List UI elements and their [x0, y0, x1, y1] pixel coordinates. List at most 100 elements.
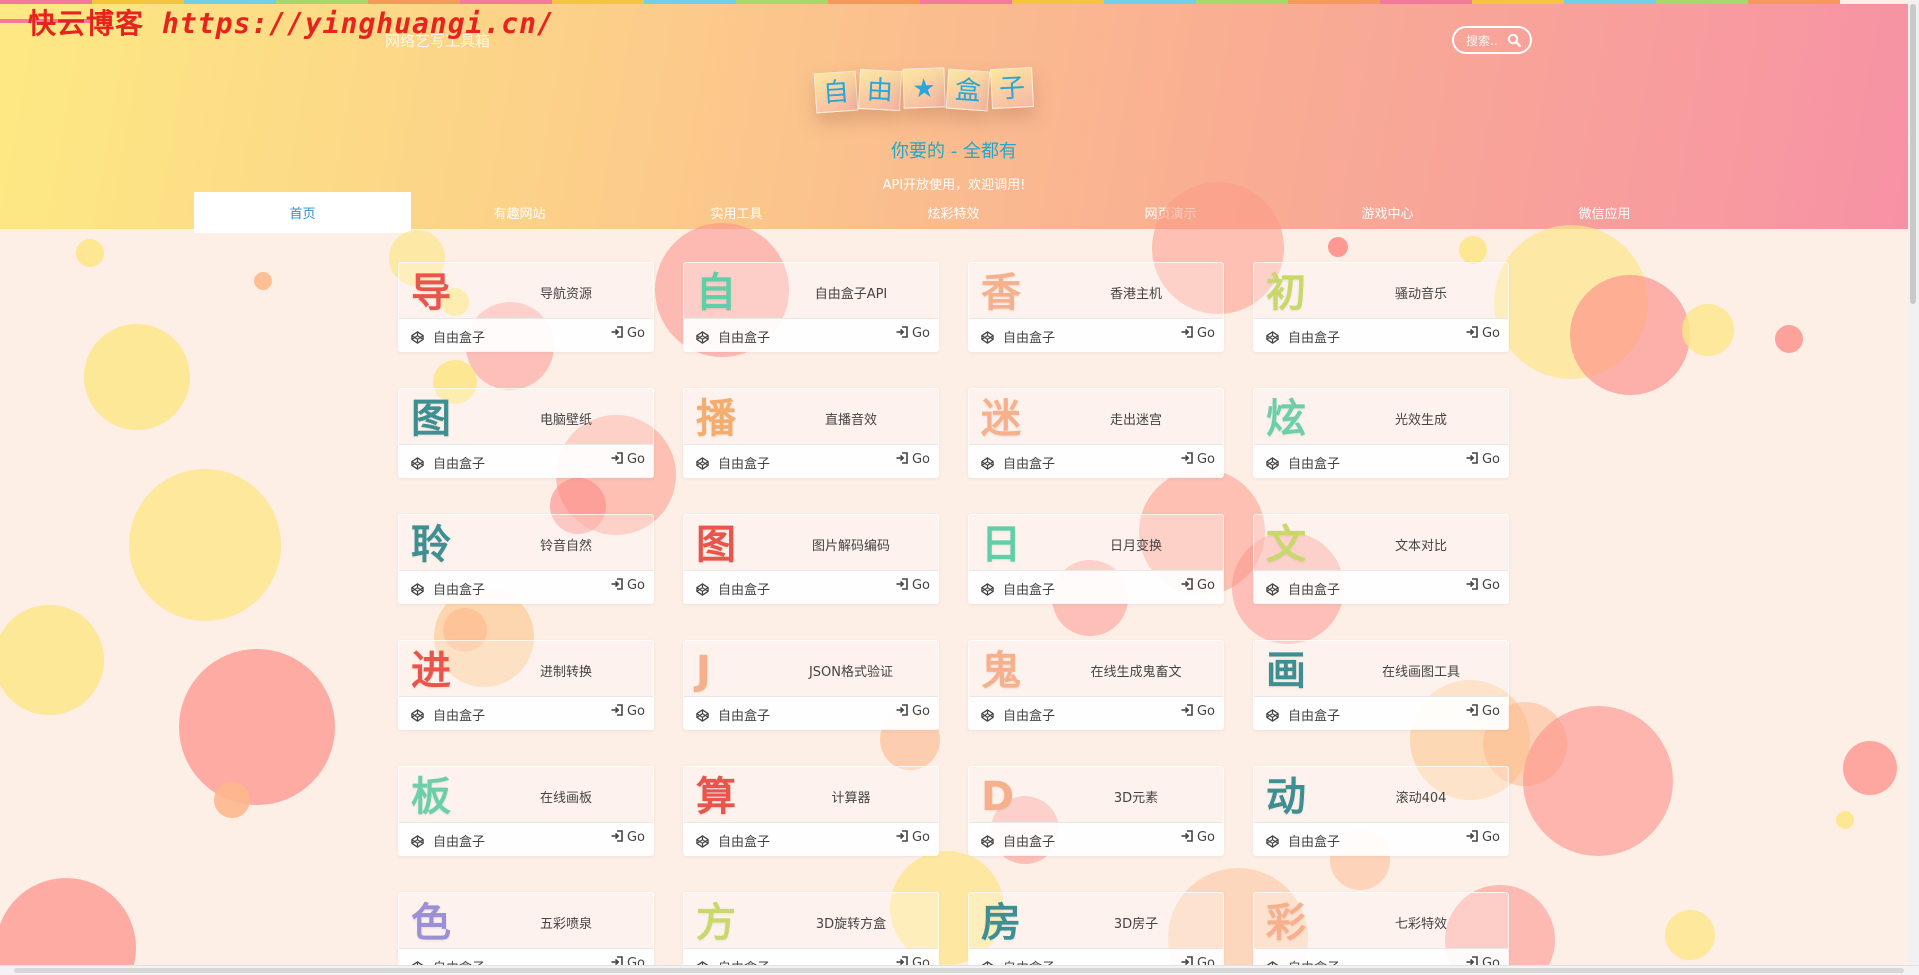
nav-tab[interactable]: 有趣网站 — [411, 192, 628, 233]
go-button[interactable]: Go — [1466, 704, 1500, 719]
tool-card[interactable]: 炫 光效生成 自由盒子 Go — [1253, 388, 1509, 478]
tool-card[interactable]: 图 电脑壁纸 自由盒子 Go — [398, 388, 654, 478]
card-header[interactable]: 聆 铃音自然 — [399, 515, 653, 573]
tool-card[interactable]: 彩七彩特效自由盒子Go — [1253, 892, 1509, 975]
card-title[interactable]: 日月变换 — [1049, 535, 1223, 554]
go-button[interactable]: Go — [896, 326, 930, 341]
tool-card[interactable]: 日 日月变换 自由盒子 Go — [968, 514, 1224, 604]
go-button[interactable]: Go — [896, 704, 930, 719]
go-button[interactable]: Go — [611, 452, 645, 467]
card-header[interactable]: 彩 七彩特效 — [1254, 893, 1508, 951]
card-title[interactable]: 在线画板 — [479, 787, 653, 806]
card-title[interactable]: 在线画图工具 — [1334, 661, 1508, 680]
card-header[interactable]: 日 日月变换 — [969, 515, 1223, 573]
tool-card[interactable]: 算 计算器 自由盒子 Go — [683, 766, 939, 856]
card-title[interactable]: 计算器 — [764, 787, 938, 806]
card-title[interactable]: 自由盒子API — [764, 283, 938, 302]
nav-tab[interactable]: 游戏中心 — [1279, 192, 1496, 233]
card-header[interactable]: 自 自由盒子API — [684, 263, 938, 321]
card-header[interactable]: 初 骚动音乐 — [1254, 263, 1508, 321]
card-title[interactable]: 进制转换 — [479, 661, 653, 680]
go-button[interactable]: Go — [1466, 830, 1500, 845]
tool-card[interactable]: 聆 铃音自然 自由盒子 Go — [398, 514, 654, 604]
card-header[interactable]: 进 进制转换 — [399, 641, 653, 699]
go-button[interactable]: Go — [1181, 830, 1215, 845]
card-title[interactable]: 五彩喷泉 — [479, 913, 653, 932]
nav-tab[interactable]: 网页演示 — [1062, 192, 1279, 233]
tool-card[interactable]: 导 导航资源 自由盒子 Go — [398, 262, 654, 352]
card-title[interactable]: 直播音效 — [764, 409, 938, 428]
card-title[interactable]: 导航资源 — [479, 283, 653, 302]
card-header[interactable]: D 3D元素 — [969, 767, 1223, 825]
nav-tab[interactable]: 实用工具 — [628, 192, 845, 233]
go-button[interactable]: Go — [896, 578, 930, 593]
card-header[interactable]: 文 文本对比 — [1254, 515, 1508, 573]
card-header[interactable]: 导 导航资源 — [399, 263, 653, 321]
card-header[interactable]: 色 五彩喷泉 — [399, 893, 653, 951]
card-header[interactable]: 图 图片解码编码 — [684, 515, 938, 573]
tool-card[interactable]: J JSON格式验证 自由盒子 Go — [683, 640, 939, 730]
nav-tab[interactable]: 炫彩特效 — [845, 192, 1062, 233]
search-input[interactable] — [1464, 32, 1512, 50]
scrollbar-thumb[interactable] — [14, 968, 1904, 973]
card-header[interactable]: 画 在线画图工具 — [1254, 641, 1508, 699]
card-header[interactable]: 播 直播音效 — [684, 389, 938, 447]
nav-tab[interactable]: 微信应用 — [1496, 192, 1713, 233]
card-header[interactable]: 图 电脑壁纸 — [399, 389, 653, 447]
card-title[interactable]: 骚动音乐 — [1334, 283, 1508, 302]
search-icon[interactable] — [1507, 33, 1521, 47]
card-header[interactable]: 迷 走出迷宫 — [969, 389, 1223, 447]
card-title[interactable]: 走出迷宫 — [1049, 409, 1223, 428]
card-title[interactable]: JSON格式验证 — [764, 661, 938, 680]
tool-card[interactable]: 色五彩喷泉自由盒子Go — [398, 892, 654, 975]
card-header[interactable]: 板 在线画板 — [399, 767, 653, 825]
go-button[interactable]: Go — [896, 452, 930, 467]
card-header[interactable]: 方 3D旋转方盒 — [684, 893, 938, 951]
search-box[interactable] — [1452, 26, 1532, 54]
go-button[interactable]: Go — [1181, 452, 1215, 467]
go-button[interactable]: Go — [611, 578, 645, 593]
go-button[interactable]: Go — [1466, 452, 1500, 467]
card-title[interactable]: 电脑壁纸 — [479, 409, 653, 428]
card-header[interactable]: 炫 光效生成 — [1254, 389, 1508, 447]
tool-card[interactable]: 文 文本对比 自由盒子 Go — [1253, 514, 1509, 604]
tool-card[interactable]: 动 滚动404 自由盒子 Go — [1253, 766, 1509, 856]
card-title[interactable]: 3D房子 — [1049, 913, 1223, 932]
tool-card[interactable]: 播 直播音效 自由盒子 Go — [683, 388, 939, 478]
go-button[interactable]: Go — [1181, 704, 1215, 719]
go-button[interactable]: Go — [611, 704, 645, 719]
go-button[interactable]: Go — [1466, 326, 1500, 341]
vertical-scrollbar[interactable] — [1908, 0, 1919, 975]
go-button[interactable]: Go — [1181, 326, 1215, 341]
card-title[interactable]: 3D旋转方盒 — [764, 913, 938, 932]
go-button[interactable]: Go — [611, 830, 645, 845]
card-title[interactable]: 文本对比 — [1334, 535, 1508, 554]
tool-card[interactable]: 图 图片解码编码 自由盒子 Go — [683, 514, 939, 604]
nav-tab[interactable]: 首页 — [194, 192, 411, 233]
go-button[interactable]: Go — [1466, 578, 1500, 593]
card-title[interactable]: 图片解码编码 — [764, 535, 938, 554]
card-title[interactable]: 光效生成 — [1334, 409, 1508, 428]
tool-card[interactable]: 初 骚动音乐 自由盒子 Go — [1253, 262, 1509, 352]
card-title[interactable]: 香港主机 — [1049, 283, 1223, 302]
tool-card[interactable]: D 3D元素 自由盒子 Go — [968, 766, 1224, 856]
card-header[interactable]: J JSON格式验证 — [684, 641, 938, 699]
card-header[interactable]: 房 3D房子 — [969, 893, 1223, 951]
card-header[interactable]: 鬼 在线生成鬼畜文 — [969, 641, 1223, 699]
card-title[interactable]: 七彩特效 — [1334, 913, 1508, 932]
go-button[interactable]: Go — [896, 830, 930, 845]
card-title[interactable]: 在线生成鬼畜文 — [1049, 661, 1223, 680]
scrollbar-thumb[interactable] — [1910, 4, 1916, 304]
card-title[interactable]: 滚动404 — [1334, 787, 1508, 806]
go-button[interactable]: Go — [611, 326, 645, 341]
card-title[interactable]: 3D元素 — [1049, 787, 1223, 806]
card-header[interactable]: 香 香港主机 — [969, 263, 1223, 321]
tool-card[interactable]: 房3D房子自由盒子Go — [968, 892, 1224, 975]
tool-card[interactable]: 迷 走出迷宫 自由盒子 Go — [968, 388, 1224, 478]
tool-card[interactable]: 香 香港主机 自由盒子 Go — [968, 262, 1224, 352]
card-header[interactable]: 算 计算器 — [684, 767, 938, 825]
go-button[interactable]: Go — [1181, 578, 1215, 593]
tool-card[interactable]: 画 在线画图工具 自由盒子 Go — [1253, 640, 1509, 730]
card-title[interactable]: 铃音自然 — [479, 535, 653, 554]
tool-card[interactable]: 板 在线画板 自由盒子 Go — [398, 766, 654, 856]
